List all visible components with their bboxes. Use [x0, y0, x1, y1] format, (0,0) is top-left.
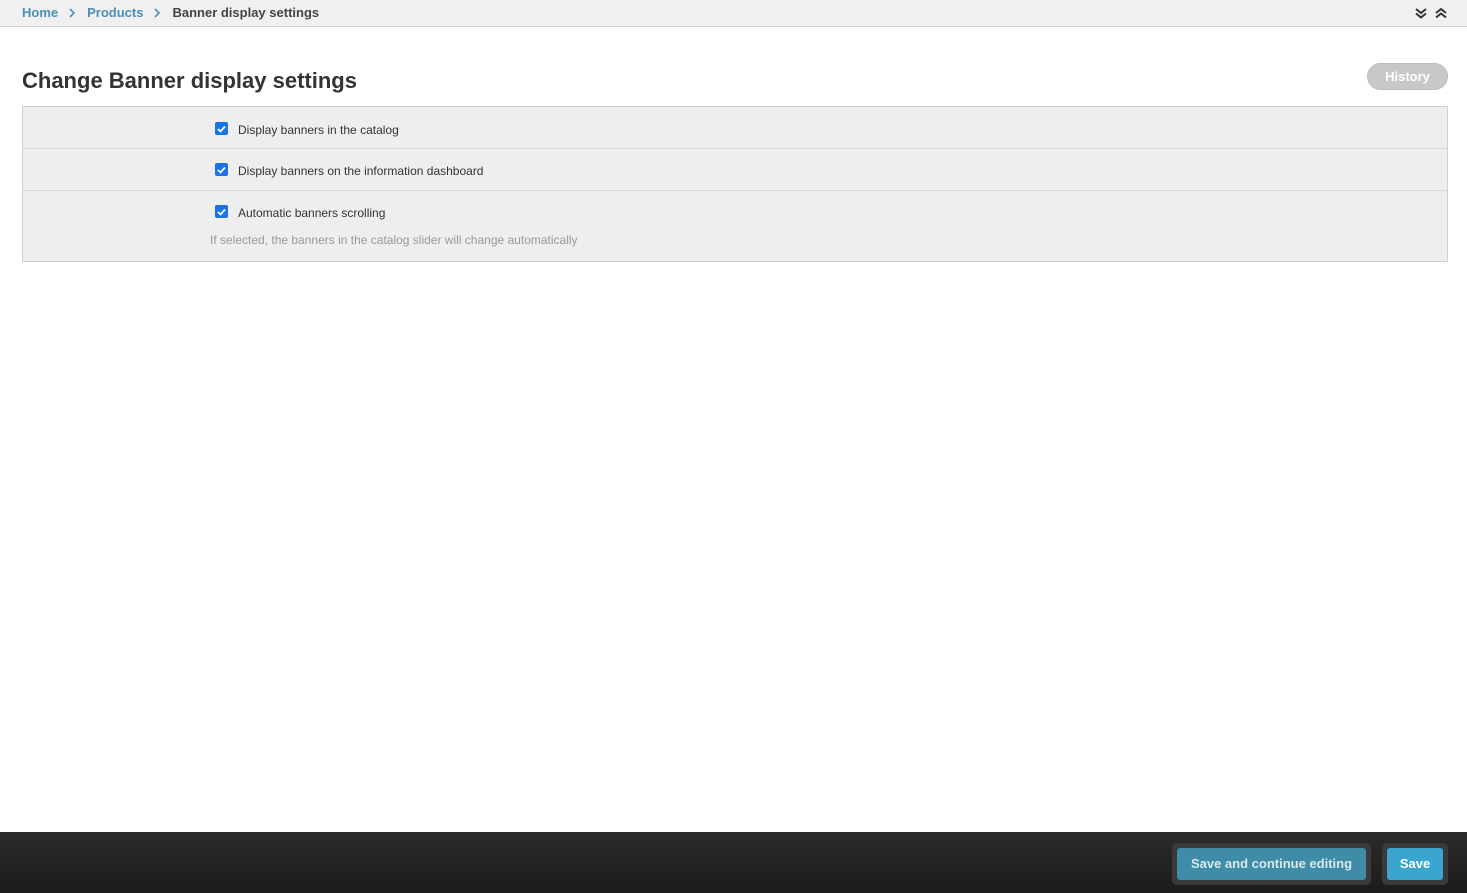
save-continue-wrapper: Save and continue editing	[1172, 843, 1371, 885]
chevron-right-icon	[68, 7, 76, 18]
save-and-continue-button[interactable]: Save and continue editing	[1177, 848, 1366, 880]
display-dashboard-checkbox[interactable]	[215, 163, 228, 176]
auto-scrolling-label[interactable]: Automatic banners scrolling	[238, 206, 385, 220]
form-row-display-catalog: Display banners in the catalog	[23, 107, 1447, 149]
chevron-right-icon	[153, 7, 161, 18]
checkmark-icon	[217, 208, 226, 216]
history-button[interactable]: History	[1367, 63, 1448, 90]
save-button[interactable]: Save	[1387, 848, 1443, 880]
breadcrumb-current: Banner display settings	[172, 5, 320, 20]
breadcrumb-products-link[interactable]: Products	[87, 5, 143, 20]
footer-action-bar: Save and continue editing Save	[0, 832, 1467, 893]
display-dashboard-label[interactable]: Display banners on the information dashb…	[238, 164, 483, 178]
collapse-controls	[1413, 5, 1449, 21]
form-row-auto-scrolling: Automatic banners scrolling If selected,…	[23, 191, 1447, 261]
save-wrapper: Save	[1382, 843, 1448, 885]
breadcrumb: Home Products Banner display settings	[22, 5, 319, 20]
top-bar: Home Products Banner display settings	[0, 0, 1467, 27]
page-title: Change Banner display settings	[22, 68, 357, 93]
breadcrumb-home-link[interactable]: Home	[22, 5, 58, 20]
checkmark-icon	[217, 166, 226, 174]
display-catalog-checkbox[interactable]	[215, 122, 228, 135]
auto-scrolling-help-text: If selected, the banners in the catalog …	[210, 233, 578, 247]
checkmark-icon	[217, 125, 226, 133]
auto-scrolling-checkbox[interactable]	[215, 205, 228, 218]
collapse-all-icon[interactable]	[1433, 5, 1449, 21]
expand-all-icon[interactable]	[1413, 5, 1429, 21]
settings-form: Display banners in the catalog Display b…	[22, 106, 1448, 262]
form-row-display-dashboard: Display banners on the information dashb…	[23, 149, 1447, 191]
display-catalog-label[interactable]: Display banners in the catalog	[238, 123, 399, 137]
